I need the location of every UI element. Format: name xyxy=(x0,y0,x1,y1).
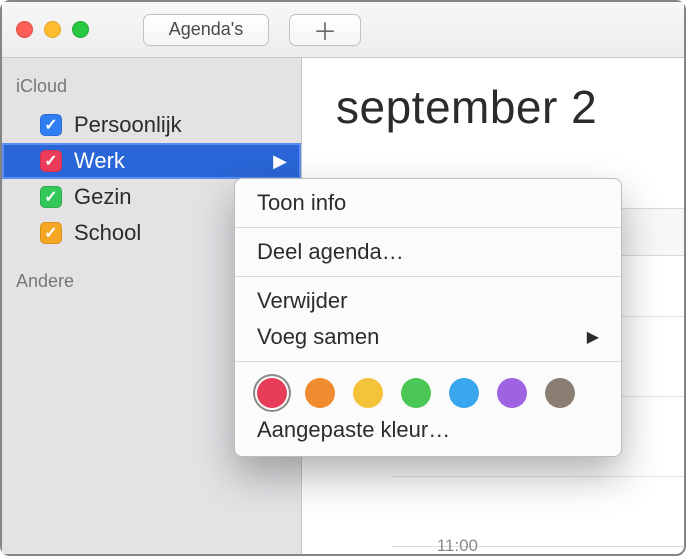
window-controls xyxy=(16,21,89,38)
calendars-button[interactable]: Agenda's xyxy=(143,14,269,46)
calendar-item-label: Gezin xyxy=(74,184,131,210)
calendar-item-persoonlijk[interactable]: ✓ Persoonlijk xyxy=(2,107,301,143)
sidebar-section-icloud: iCloud xyxy=(2,70,301,107)
calendar-item-label: Persoonlijk xyxy=(74,112,182,138)
chevron-right-icon: ▶ xyxy=(587,327,599,347)
menu-item-show-info[interactable]: Toon info xyxy=(235,185,621,221)
menu-item-delete[interactable]: Verwijder xyxy=(235,283,621,319)
menu-separator xyxy=(235,276,621,277)
checkbox-icon[interactable]: ✓ xyxy=(40,150,62,172)
calendar-item-label: School xyxy=(74,220,141,246)
color-swatch-yellow[interactable] xyxy=(353,378,383,408)
menu-separator xyxy=(235,227,621,228)
color-swatch-orange[interactable] xyxy=(305,378,335,408)
color-swatch-blue[interactable] xyxy=(449,378,479,408)
checkbox-icon[interactable]: ✓ xyxy=(40,114,62,136)
minimize-icon[interactable] xyxy=(44,21,61,38)
color-swatch-row xyxy=(235,368,621,412)
close-icon[interactable] xyxy=(16,21,33,38)
context-menu: Toon info Deel agenda… Verwijder Voeg sa… xyxy=(234,178,622,457)
color-swatch-purple[interactable] xyxy=(497,378,527,408)
checkbox-icon[interactable]: ✓ xyxy=(40,222,62,244)
menu-item-custom-color[interactable]: Aangepaste kleur… xyxy=(235,412,621,448)
calendars-button-label: Agenda's xyxy=(169,19,244,40)
add-button[interactable]: ＋ xyxy=(289,14,361,46)
time-label-1100: 11:00 xyxy=(412,536,478,556)
chevron-right-icon: ▶ xyxy=(273,151,287,172)
menu-separator xyxy=(235,361,621,362)
color-swatch-brown[interactable] xyxy=(545,378,575,408)
plus-icon: ＋ xyxy=(313,12,337,47)
color-swatch-red[interactable] xyxy=(257,378,287,408)
menu-item-merge[interactable]: Voeg samen ▶ xyxy=(235,319,621,355)
titlebar: Agenda's ＋ xyxy=(2,2,684,58)
zoom-icon[interactable] xyxy=(72,21,89,38)
menu-item-share[interactable]: Deel agenda… xyxy=(235,234,621,270)
color-swatch-green[interactable] xyxy=(401,378,431,408)
month-title: september 2 xyxy=(302,58,684,134)
calendar-item-label: Werk xyxy=(74,148,125,174)
checkbox-icon[interactable]: ✓ xyxy=(40,186,62,208)
calendar-item-werk[interactable]: ✓ Werk ▶ xyxy=(2,143,301,179)
